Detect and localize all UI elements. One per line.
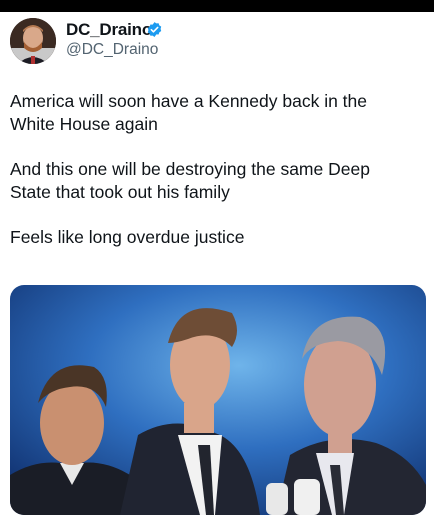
tweet-media-photo[interactable]	[10, 285, 426, 515]
tweet-paragraph-2: And this one will be destroying the same…	[10, 159, 370, 202]
display-name[interactable]: DC_Draino	[66, 20, 152, 40]
verified-badge-icon	[147, 22, 162, 37]
status-bar	[0, 0, 434, 12]
tweet-paragraph-1: America will soon have a Kennedy back in…	[10, 91, 368, 134]
avatar[interactable]	[10, 18, 56, 64]
user-handle[interactable]: @DC_Draino	[66, 41, 158, 59]
tweet-text: America will soon have a Kennedy back in…	[10, 90, 424, 272]
tweet-paragraph-3: Feels like long overdue justice	[10, 227, 245, 247]
photo-icon	[10, 285, 426, 515]
